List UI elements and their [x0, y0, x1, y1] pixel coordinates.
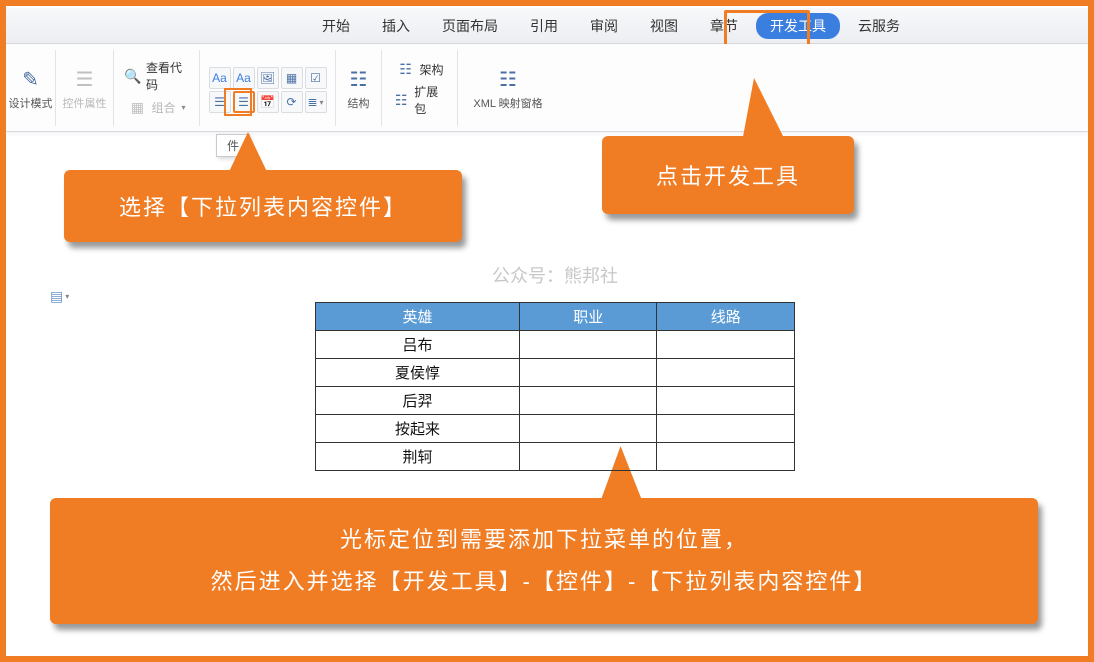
table-cell[interactable]: 按起来: [316, 415, 520, 443]
view-code-button[interactable]: 🔍 查看代码: [120, 57, 193, 95]
tab-view[interactable]: 视图: [636, 13, 692, 39]
table-cell[interactable]: 荆轲: [316, 443, 520, 471]
document-body: 公众号：熊邦社 英雄 职业 线路 吕布 夏侯惇: [160, 262, 950, 471]
chevron-down-icon: ▾: [182, 103, 186, 112]
ribbon-group-code: 🔍 查看代码 ▦ 组合 ▾: [114, 50, 200, 126]
ribbon-group-structure: ☷ 结构: [336, 50, 382, 126]
callout-instructions: 光标定位到需要添加下拉菜单的位置， 然后进入并选择【开发工具】-【控件】-【下拉…: [50, 498, 1038, 624]
design-mode-icon: ✎: [17, 65, 45, 93]
table-cell[interactable]: [657, 387, 795, 415]
schema-button[interactable]: ☷ 架构: [391, 57, 447, 81]
tab-review[interactable]: 审阅: [576, 13, 632, 39]
tab-insert[interactable]: 插入: [368, 13, 424, 39]
control-buildingblock[interactable]: ▦: [281, 67, 303, 89]
schema-label: 架构: [419, 61, 443, 78]
table-row: 吕布: [316, 331, 795, 359]
structure-icon: ☷: [345, 65, 373, 93]
control-picture[interactable]: 🖼: [257, 67, 279, 89]
table-row: 后羿: [316, 387, 795, 415]
control-checkbox[interactable]: ☑: [305, 67, 327, 89]
tab-developer[interactable]: 开发工具: [756, 13, 840, 39]
ribbon-tabbar: 开始 插入 页面布局 引用 审阅 视图 章节 开发工具 云服务: [6, 8, 1088, 44]
table-header-row: 英雄 职业 线路: [316, 303, 795, 331]
tab-cloud[interactable]: 云服务: [844, 13, 914, 39]
table-cell[interactable]: [657, 443, 795, 471]
table-row: 荆轲: [316, 443, 795, 471]
table-cell[interactable]: 后羿: [316, 387, 520, 415]
table-cell[interactable]: [519, 387, 657, 415]
xml-map-icon: ☷: [494, 65, 522, 93]
table-cell[interactable]: [657, 415, 795, 443]
extensions-button[interactable]: ☷ 扩展包: [388, 81, 451, 119]
ribbon-group-schema: ☷ 架构 ☷ 扩展包: [382, 50, 458, 126]
control-combobox[interactable]: ☰: [209, 91, 231, 113]
table-cell[interactable]: [657, 331, 795, 359]
magnify-icon: 🔍: [124, 66, 142, 86]
table-cell[interactable]: 夏侯惇: [316, 359, 520, 387]
control-props-icon: ☰: [71, 65, 99, 93]
tab-chapter[interactable]: 章节: [696, 13, 752, 39]
tab-start[interactable]: 开始: [308, 13, 364, 39]
tab-layout[interactable]: 页面布局: [428, 13, 512, 39]
view-code-label: 查看代码: [146, 59, 189, 93]
control-dropdownlist[interactable]: ☰: [233, 91, 255, 113]
table-header-hero: 英雄: [316, 303, 520, 331]
group-label: 组合: [151, 99, 175, 116]
table-cell[interactable]: [519, 331, 657, 359]
group-icon: ▦: [127, 97, 147, 117]
control-plaintext[interactable]: Aa: [233, 67, 255, 89]
table-row: 夏侯惇: [316, 359, 795, 387]
nav-pane-icon[interactable]: ▤▾: [50, 286, 70, 306]
table-cell[interactable]: [657, 359, 795, 387]
control-repeating[interactable]: ⟳: [281, 91, 303, 113]
table-cell[interactable]: 吕布: [316, 331, 520, 359]
callout-instructions-line2: 然后进入并选择【开发工具】-【控件】-【下拉列表内容控件】: [211, 561, 878, 603]
document-watermark: 公众号：熊邦社: [160, 262, 950, 288]
callout-instructions-line1: 光标定位到需要添加下拉菜单的位置，: [340, 519, 748, 561]
structure-label[interactable]: 结构: [348, 95, 370, 111]
callout-select-dropdown: 选择【下拉列表内容控件】: [64, 170, 462, 242]
ribbon: ✎ 设计模式 ☰ 控件属性 🔍 查看代码 ▦ 组合 ▾ Aa Aa 🖼 ▦ ☑: [6, 44, 1088, 132]
table-header-lane: 线路: [657, 303, 795, 331]
data-table: 英雄 职业 线路 吕布 夏侯惇 后羿: [315, 302, 795, 471]
control-richtext[interactable]: Aa: [209, 67, 231, 89]
ribbon-group-controls: Aa Aa 🖼 ▦ ☑ ☰ ☰ 📅 ⟳ ≣▾: [200, 50, 336, 126]
app-frame: 开始 插入 页面布局 引用 审阅 视图 章节 开发工具 云服务 ✎ 设计模式 ☰…: [0, 0, 1094, 662]
ribbon-group-props: ☰ 控件属性: [56, 50, 114, 126]
callout-click-devtools: 点击开发工具: [602, 136, 854, 214]
control-datepicker[interactable]: 📅: [257, 91, 279, 113]
table-cell[interactable]: [519, 415, 657, 443]
design-mode-label[interactable]: 设计模式: [9, 95, 53, 111]
table-cell[interactable]: [519, 359, 657, 387]
table-cell[interactable]: [519, 443, 657, 471]
schema-icon: ☷: [395, 59, 415, 79]
table-header-class: 职业: [519, 303, 657, 331]
extensions-icon: ☷: [392, 90, 410, 110]
ribbon-group-designmode: ✎ 设计模式: [6, 50, 56, 126]
extensions-label: 扩展包: [414, 83, 447, 117]
ribbon-group-xml: ☷ XML 映射窗格: [458, 50, 558, 126]
table-row: 按起来: [316, 415, 795, 443]
group-button: ▦ 组合 ▾: [123, 95, 189, 119]
tab-reference[interactable]: 引用: [516, 13, 572, 39]
control-props-label: 控件属性: [63, 95, 107, 111]
xml-map-label[interactable]: XML 映射窗格: [473, 95, 542, 111]
control-legacy[interactable]: ≣▾: [305, 91, 327, 113]
